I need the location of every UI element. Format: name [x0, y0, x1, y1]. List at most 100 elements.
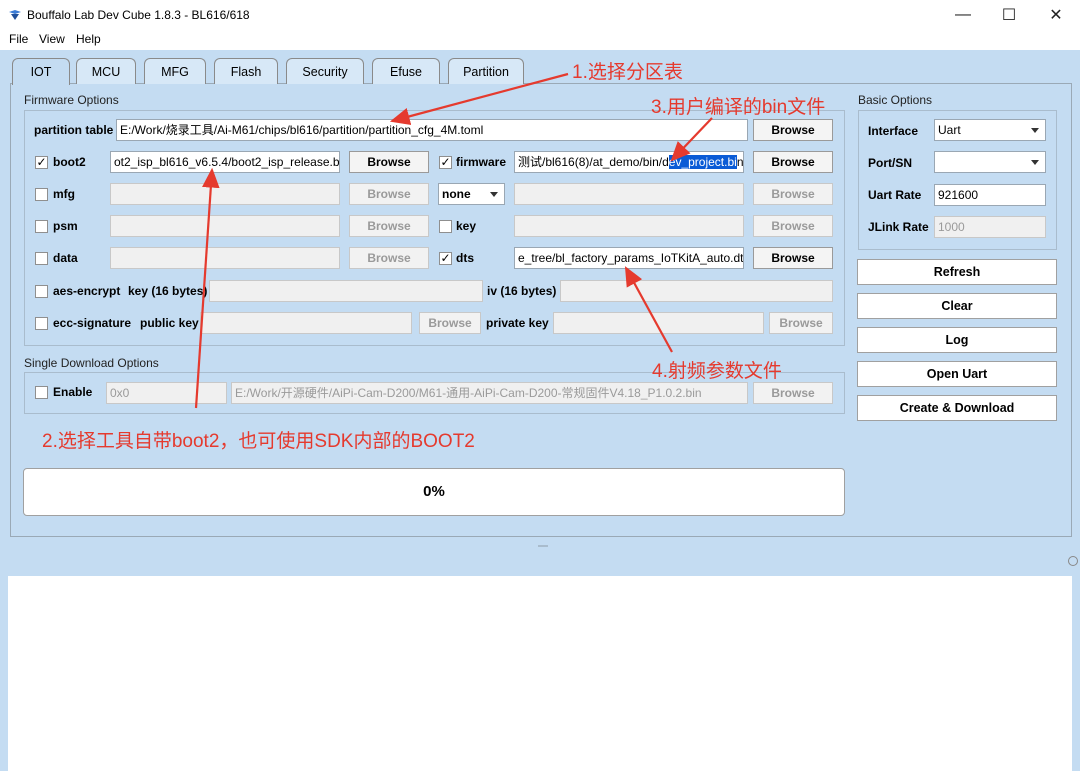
- mfg-label: mfg: [53, 187, 75, 201]
- settings-icon[interactable]: [1068, 556, 1078, 566]
- firmware-input-tail: n: [736, 155, 744, 169]
- annotation-4: 4.射频参数文件: [652, 361, 782, 382]
- window-title: Bouffalo Lab Dev Cube 1.8.3 - BL616/618: [27, 8, 250, 22]
- ecc-private-key-label: private key: [486, 316, 549, 330]
- menu-help[interactable]: Help: [76, 32, 101, 46]
- key-input[interactable]: [514, 215, 744, 237]
- mfg-secondary-input[interactable]: [514, 183, 744, 205]
- basic-options-label: Basic Options: [858, 93, 933, 107]
- firmware-input[interactable]: 测试/bl616(8)/at_demo/bin/dev_project.bin: [514, 151, 744, 173]
- uart-rate-input[interactable]: 921600: [934, 184, 1046, 206]
- dts-input[interactable]: e_tree/bl_factory_params_IoTKitA_auto.dt…: [514, 247, 744, 269]
- key-label: key: [456, 219, 477, 233]
- key-browse-button[interactable]: Browse: [753, 215, 833, 237]
- data-input[interactable]: [110, 247, 340, 269]
- menu-view[interactable]: View: [39, 32, 65, 46]
- progress-bar: 0%: [23, 468, 845, 516]
- port-sn-label: Port/SN: [868, 156, 913, 170]
- annotation-1: 1.选择分区表: [572, 62, 683, 83]
- partition-browse-button[interactable]: Browse: [753, 119, 833, 141]
- tab-flash[interactable]: Flash: [214, 58, 278, 84]
- jlink-rate-input[interactable]: 1000: [934, 216, 1046, 238]
- dts-label: dts: [456, 251, 474, 265]
- create-download-button[interactable]: Create & Download: [857, 395, 1057, 421]
- firmware-input-selection: ev_project.bi: [668, 155, 737, 169]
- firmware-checkbox[interactable]: ✓: [439, 156, 452, 169]
- psm-label: psm: [53, 219, 78, 233]
- dts-checkbox[interactable]: ✓: [439, 252, 452, 265]
- log-output-area[interactable]: [8, 576, 1072, 771]
- partition-table-label: partition table: [34, 123, 114, 137]
- aes-iv-label: iv (16 bytes): [487, 284, 557, 298]
- ecc-public-key-label: public key: [140, 316, 199, 330]
- log-button[interactable]: Log: [857, 327, 1057, 353]
- ecc-public-key-input[interactable]: [200, 312, 412, 334]
- firmware-browse-button[interactable]: Browse: [753, 151, 833, 173]
- tab-efuse[interactable]: Efuse: [372, 58, 440, 84]
- refresh-button[interactable]: Refresh: [857, 259, 1057, 285]
- firmware-input-text: 测试/bl616(8)/at_demo/bin/d: [518, 155, 669, 169]
- tab-mfg[interactable]: MFG: [144, 58, 206, 84]
- mfg-select[interactable]: none: [438, 183, 505, 205]
- chevron-down-icon: [490, 192, 498, 197]
- boot2-browse-button[interactable]: Browse: [349, 151, 429, 173]
- data-checkbox[interactable]: [35, 252, 48, 265]
- aes-key-input[interactable]: [209, 280, 483, 302]
- chevron-down-icon: [1031, 160, 1039, 165]
- mfg-input[interactable]: [110, 183, 340, 205]
- single-download-label: Single Download Options: [24, 356, 159, 370]
- data-browse-button[interactable]: Browse: [349, 247, 429, 269]
- port-sn-select[interactable]: [934, 151, 1046, 173]
- firmware-label: firmware: [456, 155, 507, 169]
- aes-key-label: key (16 bytes): [128, 284, 208, 298]
- mfg-checkbox[interactable]: [35, 188, 48, 201]
- splitter-handle[interactable]: [538, 545, 548, 547]
- single-enable-checkbox[interactable]: [35, 386, 48, 399]
- ecc-public-browse-button[interactable]: Browse: [419, 312, 481, 334]
- interface-label: Interface: [868, 124, 919, 138]
- aes-encrypt-checkbox[interactable]: [35, 285, 48, 298]
- single-address-input[interactable]: 0x0: [106, 382, 227, 404]
- ecc-private-key-input[interactable]: [553, 312, 764, 334]
- firmware-options-label: Firmware Options: [24, 93, 119, 107]
- ecc-signature-label: ecc-signature: [53, 316, 132, 330]
- dts-browse-button[interactable]: Browse: [753, 247, 833, 269]
- boot2-label: boot2: [53, 155, 86, 169]
- uart-rate-label: Uart Rate: [868, 188, 922, 202]
- menu-file[interactable]: File: [9, 32, 28, 46]
- ecc-signature-checkbox[interactable]: [35, 317, 48, 330]
- mfg-secondary-browse-button[interactable]: Browse: [753, 183, 833, 205]
- tab-security[interactable]: Security: [286, 58, 364, 84]
- partition-table-input[interactable]: E:/Work/烧录工具/Ai-M61/chips/bl616/partitio…: [116, 119, 748, 141]
- data-label: data: [53, 251, 78, 265]
- psm-input[interactable]: [110, 215, 340, 237]
- psm-browse-button[interactable]: Browse: [349, 215, 429, 237]
- single-enable-label: Enable: [53, 385, 93, 399]
- annotation-3: 3.用户编译的bin文件: [651, 97, 826, 118]
- key-checkbox[interactable]: [439, 220, 452, 233]
- ecc-private-browse-button[interactable]: Browse: [769, 312, 833, 334]
- app-logo-icon: [9, 10, 21, 20]
- interface-select-value: Uart: [938, 123, 961, 137]
- mfg-select-value: none: [442, 187, 471, 201]
- clear-button[interactable]: Clear: [857, 293, 1057, 319]
- maximize-button[interactable]: ☐: [986, 0, 1032, 30]
- mfg-browse-button[interactable]: Browse: [349, 183, 429, 205]
- tab-iot[interactable]: IOT: [12, 58, 70, 85]
- interface-select[interactable]: Uart: [934, 119, 1046, 141]
- open-uart-button[interactable]: Open Uart: [857, 361, 1057, 387]
- single-browse-button[interactable]: Browse: [753, 382, 833, 404]
- jlink-rate-label: JLink Rate: [868, 220, 929, 234]
- chevron-down-icon: [1031, 128, 1039, 133]
- tab-mcu[interactable]: MCU: [76, 58, 136, 84]
- boot2-input[interactable]: ot2_isp_bl616_v6.5.4/boot2_isp_release.b…: [110, 151, 340, 173]
- boot2-checkbox[interactable]: ✓: [35, 156, 48, 169]
- psm-checkbox[interactable]: [35, 220, 48, 233]
- tab-partition[interactable]: Partition: [448, 58, 524, 84]
- single-path-input[interactable]: E:/Work/开源硬件/AiPi-Cam-D200/M61-通用-AiPi-C…: [231, 382, 748, 404]
- annotation-2: 2.选择工具自带boot2，也可使用SDK内部的BOOT2: [42, 431, 475, 452]
- minimize-button[interactable]: —: [940, 0, 986, 30]
- aes-iv-input[interactable]: [560, 280, 833, 302]
- menu-bar: [0, 30, 1080, 50]
- close-button[interactable]: ✕: [1033, 0, 1079, 30]
